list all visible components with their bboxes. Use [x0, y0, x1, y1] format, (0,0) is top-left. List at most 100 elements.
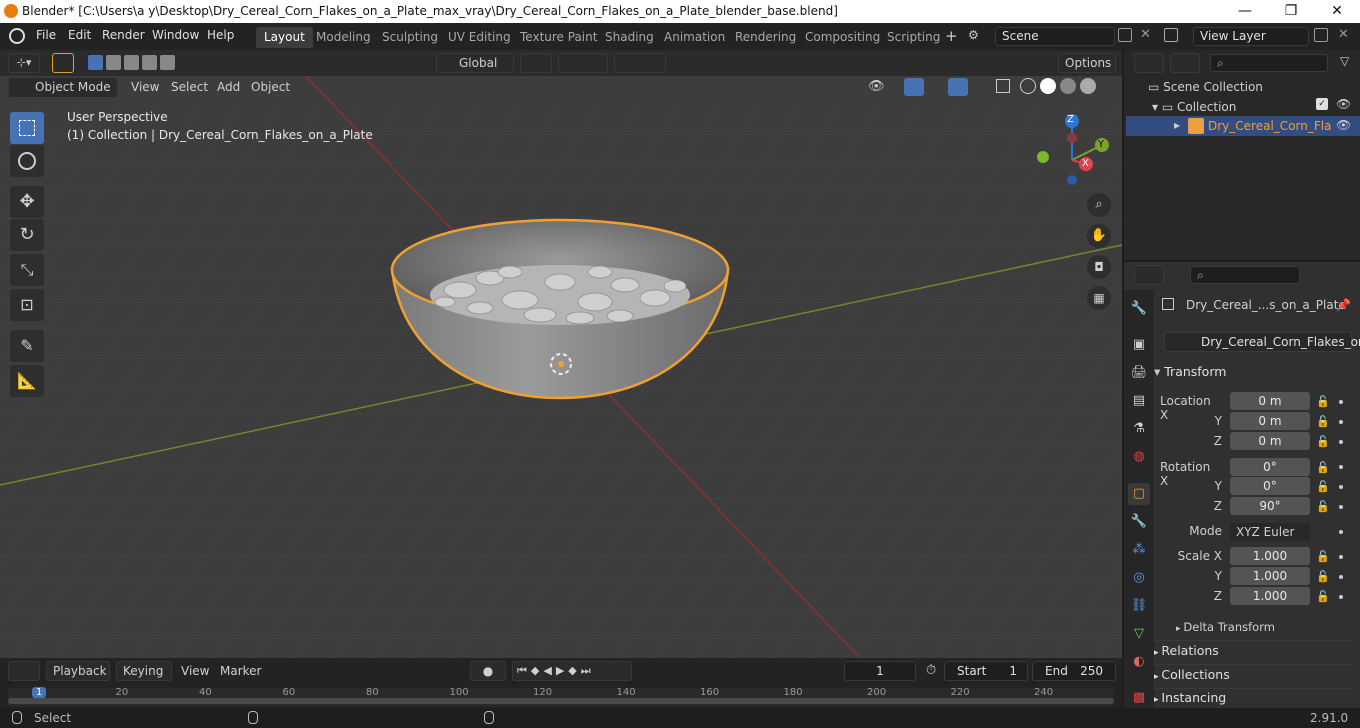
tab-modeling[interactable]: Modeling — [308, 27, 379, 48]
maximize-button[interactable]: ❐ — [1268, 0, 1314, 23]
select-box-tool[interactable] — [10, 112, 44, 144]
world-tab-icon[interactable]: ◍ — [1128, 446, 1150, 468]
selection-mode-group[interactable] — [88, 55, 178, 71]
shading-mode-group[interactable] — [1020, 78, 1102, 97]
transform-tool[interactable]: ⊡ — [10, 289, 44, 321]
tab-layout[interactable]: Layout — [256, 27, 313, 48]
lock-location-x-icon[interactable]: 🔓 — [1316, 395, 1330, 408]
modifier-tab-icon[interactable]: 🔧 — [1128, 511, 1150, 533]
orientation-dropdown[interactable]: Global — [436, 53, 514, 73]
move-tool[interactable]: ✥ — [10, 186, 44, 218]
location-x-field[interactable]: 0 m — [1230, 392, 1310, 410]
location-y-field[interactable]: 0 m — [1230, 412, 1310, 430]
rotation-x-field[interactable]: 0° — [1230, 458, 1310, 476]
tab-scripting[interactable]: Scripting — [879, 27, 948, 48]
keyframe-dot-icon[interactable] — [1339, 575, 1343, 579]
outliner-editor-icon[interactable] — [1134, 53, 1164, 73]
wireframe-shading-icon[interactable] — [1020, 78, 1036, 94]
pan-hand-icon[interactable]: ✋ — [1087, 224, 1111, 248]
editor-type-icon[interactable]: ⊹▾ — [8, 53, 40, 73]
remove-view-layer-icon[interactable]: ✕ — [1338, 27, 1349, 42]
solid-shading-icon[interactable] — [1040, 78, 1056, 94]
mode-extend-icon[interactable] — [106, 55, 121, 70]
scene-icon[interactable]: ⚙ — [968, 28, 992, 46]
object-data-field[interactable]: Dry_Cereal_Corn_Flakes_on... — [1164, 332, 1360, 352]
menu-object[interactable]: Object — [251, 80, 290, 94]
select-tool-icon[interactable] — [52, 53, 74, 73]
keyframe-dot-icon[interactable] — [1339, 440, 1343, 444]
tab-sculpting[interactable]: Sculpting — [374, 27, 446, 48]
keyframe-dot-icon[interactable] — [1339, 485, 1343, 489]
pivot-dropdown[interactable] — [520, 53, 552, 73]
data-tab-icon[interactable]: ▽ — [1128, 623, 1150, 645]
keyframe-dot-icon[interactable] — [1339, 465, 1343, 469]
keyframe-dot-icon[interactable] — [1339, 400, 1343, 404]
scale-y-field[interactable]: 1.000 — [1230, 567, 1310, 585]
measure-tool[interactable]: 📐 — [10, 365, 44, 397]
scale-tool[interactable]: ⤡ — [10, 254, 44, 286]
mode-invert-icon[interactable] — [142, 55, 157, 70]
scale-z-field[interactable]: 1.000 — [1230, 587, 1310, 605]
outliner-search-input[interactable]: ⌕ — [1210, 54, 1328, 72]
timeline-scrollbar[interactable] — [8, 698, 1114, 704]
menu-view[interactable]: View — [131, 80, 159, 94]
lock-rotation-x-icon[interactable]: 🔓 — [1316, 461, 1330, 474]
outliner-collection[interactable]: ▾ ▭ Collection — [1152, 100, 1236, 114]
instancing-section[interactable]: ▸ Instancing — [1154, 688, 1226, 708]
playback-controls[interactable]: ⏮◆◀▶◆⏭ — [512, 661, 632, 681]
timeline-view-menu[interactable]: View — [181, 664, 209, 678]
snap-dropdown[interactable] — [558, 53, 608, 73]
overlay-toggle-icon[interactable] — [948, 78, 968, 96]
tab-rendering[interactable]: Rendering — [727, 27, 804, 48]
transform-section-header[interactable]: ▾ Transform — [1154, 361, 1226, 383]
3d-viewport[interactable]: Z Y X ⌕ ✋ ◘ ▦ User Perspective (1) Colle… — [0, 50, 1122, 658]
proportional-edit-dropdown[interactable] — [614, 53, 666, 73]
menu-edit[interactable]: Edit — [68, 28, 91, 42]
keyframe-dot-icon[interactable] — [1339, 420, 1343, 424]
visibility-eye-icon[interactable]: 👁 — [868, 79, 885, 94]
material-tab-icon[interactable]: ◐ — [1128, 651, 1150, 673]
menu-render[interactable]: Render — [102, 28, 145, 42]
playback-menu[interactable]: Playback — [46, 661, 110, 681]
mode-subtract-icon[interactable] — [124, 55, 139, 70]
display-mode-icon[interactable] — [1170, 53, 1200, 73]
lock-rotation-y-icon[interactable]: 🔓 — [1316, 480, 1330, 493]
rotate-tool[interactable]: ↻ — [10, 219, 44, 251]
timeline-marker-menu[interactable]: Marker — [220, 664, 261, 678]
frame-ruler[interactable]: 1 20 40 60 80 100 120 140 160 180 200 220 240 — [8, 687, 1114, 706]
collection-checkbox[interactable]: ✓ — [1316, 98, 1328, 110]
xray-icon[interactable] — [996, 79, 1010, 93]
collection-expand-icon[interactable]: ▾ — [1152, 100, 1162, 114]
record-button[interactable]: ● — [470, 661, 506, 681]
outliner-object-row[interactable]: ▸ Dry_Cereal_Corn_Fla 👁 — [1126, 116, 1360, 136]
camera-icon[interactable]: ◘ — [1087, 255, 1111, 279]
menu-select[interactable]: Select — [171, 80, 208, 94]
output-tab-icon[interactable]: 🖨 — [1128, 362, 1150, 384]
object-eye-icon[interactable]: 👁 — [1336, 118, 1351, 132]
annotate-tool[interactable]: ✎ — [10, 330, 44, 362]
end-frame-field[interactable]: End 250 — [1032, 661, 1116, 681]
view-layer-icon[interactable] — [1164, 28, 1178, 42]
rotation-z-field[interactable]: 90° — [1230, 497, 1310, 515]
blender-menu-icon[interactable] — [9, 28, 25, 44]
properties-editor-icon[interactable] — [1134, 265, 1164, 285]
location-z-field[interactable]: 0 m — [1230, 432, 1310, 450]
tab-texture-paint[interactable]: Texture Paint — [512, 27, 605, 48]
tab-animation[interactable]: Animation — [656, 27, 733, 48]
timeline-editor-icon[interactable] — [8, 661, 40, 681]
keyframe-dot-icon[interactable] — [1339, 595, 1343, 599]
new-scene-icon[interactable] — [1118, 28, 1132, 42]
outliner-scene-collection[interactable]: ▭ Scene Collection — [1148, 80, 1263, 94]
gizmo-toggle-icon[interactable] — [904, 78, 924, 96]
mode-intersect-icon[interactable] — [160, 55, 175, 70]
rotation-y-field[interactable]: 0° — [1230, 477, 1310, 495]
render-tab-icon[interactable]: ▣ — [1128, 334, 1150, 356]
constraints-tab-icon[interactable]: ⛓ — [1128, 595, 1150, 617]
collection-eye-icon[interactable]: 👁 — [1336, 97, 1351, 111]
keyframe-dot-icon[interactable] — [1339, 505, 1343, 509]
lock-scale-x-icon[interactable]: 🔓 — [1316, 550, 1330, 563]
lock-location-z-icon[interactable]: 🔓 — [1316, 435, 1330, 448]
tool-tab-icon[interactable]: 🔧 — [1128, 298, 1150, 320]
pin-icon[interactable]: 📌 — [1336, 298, 1351, 312]
object-tab-icon[interactable]: ▢ — [1128, 483, 1150, 505]
